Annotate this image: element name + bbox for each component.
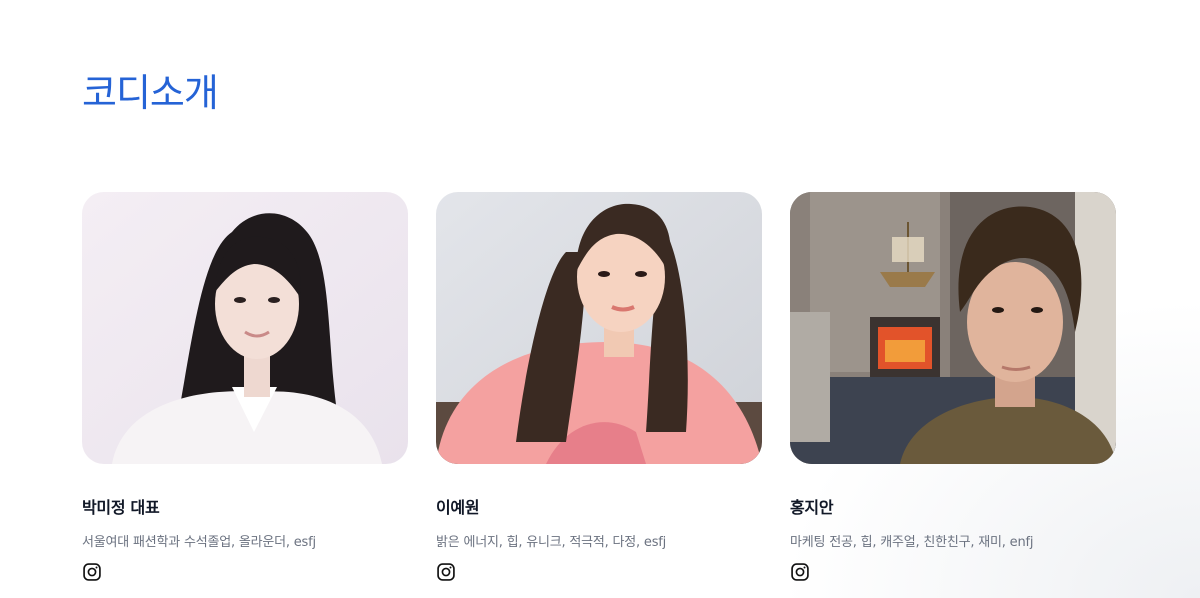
profile-photo — [790, 192, 1116, 464]
member-name: 홍지안 — [790, 498, 834, 517]
member-name: 박미정 대표 — [82, 498, 160, 517]
instagram-icon[interactable] — [790, 562, 810, 582]
team-card: 박미정 대표 서울여대 패션학과 수석졸업, 올라운더, esfj — [82, 192, 408, 582]
member-name: 이예원 — [436, 498, 480, 517]
member-description: 마케팅 전공, 힙, 캐주얼, 친한친구, 재미, enfj — [790, 535, 1034, 550]
instagram-icon[interactable] — [82, 562, 102, 582]
profile-photo — [436, 192, 762, 464]
team-card: 홍지안 마케팅 전공, 힙, 캐주얼, 친한친구, 재미, enfj — [790, 192, 1116, 582]
member-description: 서울여대 패션학과 수석졸업, 올라운더, esfj — [82, 535, 316, 550]
team-card: 이예원 밝은 에너지, 힙, 유니크, 적극적, 다정, esfj — [436, 192, 762, 582]
instagram-icon[interactable] — [436, 562, 456, 582]
member-description: 밝은 에너지, 힙, 유니크, 적극적, 다정, esfj — [436, 535, 667, 550]
section-title: 코디소개 — [82, 71, 219, 115]
team-cards: 박미정 대표 서울여대 패션학과 수석졸업, 올라운더, esfj 이예원 밝은… — [82, 192, 1116, 582]
profile-photo — [82, 192, 408, 464]
